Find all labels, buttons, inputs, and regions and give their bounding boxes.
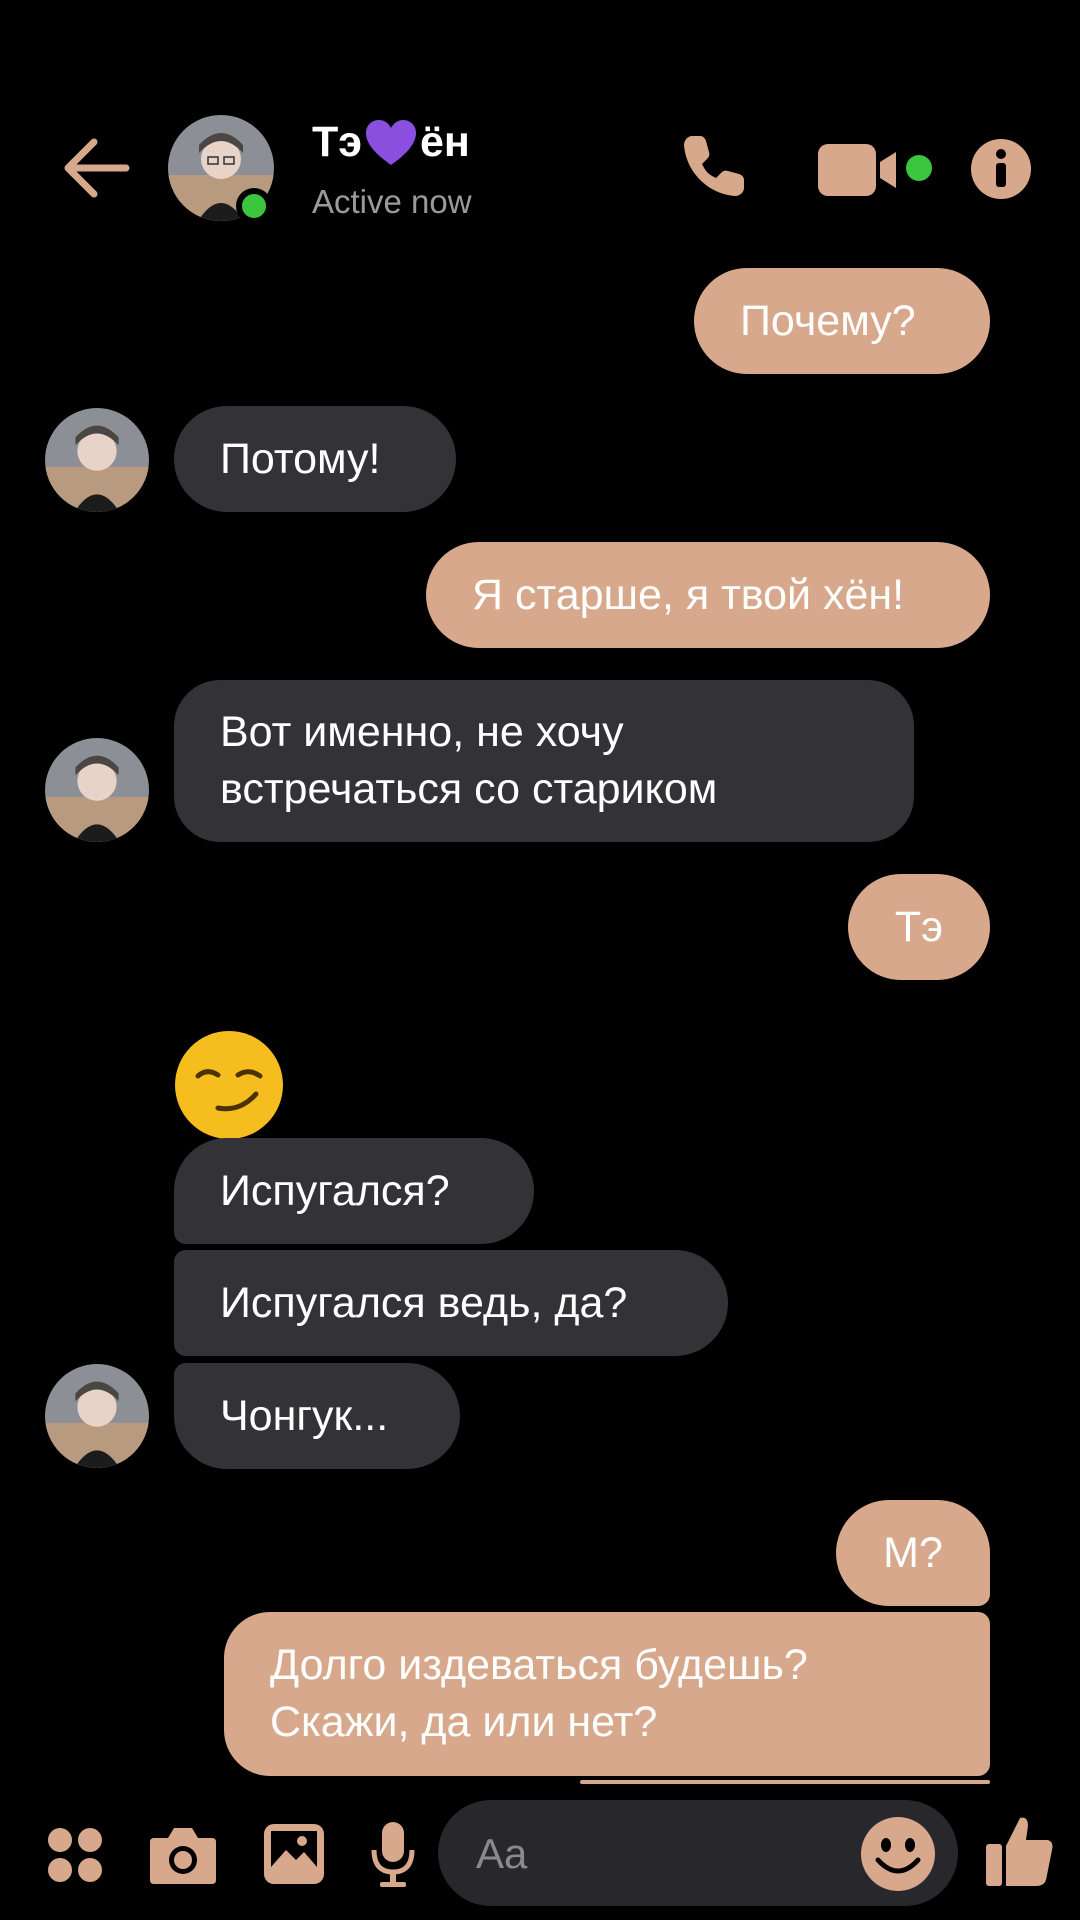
message-outgoing[interactable]: Почему? <box>694 268 990 374</box>
message-line: встречаться со стариком <box>220 765 718 813</box>
video-online-dot <box>906 155 932 181</box>
message-line: Скажи, да или нет? <box>270 1698 658 1746</box>
camera-icon[interactable] <box>148 1824 218 1886</box>
message-incoming[interactable]: Вот именно, не хочу встречаться со стари… <box>174 680 914 842</box>
message-incoming[interactable]: Испугался? <box>174 1138 534 1244</box>
message-outgoing[interactable]: М? <box>836 1500 990 1606</box>
apps-grid-icon[interactable] <box>46 1826 104 1884</box>
contact-name-part1: Тэ <box>312 118 363 166</box>
message-incoming[interactable]: Потому! <box>174 406 456 512</box>
avatar[interactable] <box>45 408 149 512</box>
contact-name[interactable]: Тэ ён <box>312 118 470 167</box>
back-arrow-icon[interactable] <box>56 128 136 208</box>
thumbs-up-icon[interactable] <box>984 1812 1056 1888</box>
next-bubble-edge <box>580 1780 990 1784</box>
avatar[interactable] <box>45 738 149 842</box>
active-status: Active now <box>312 183 472 220</box>
message-incoming[interactable]: Чонгук... <box>174 1363 460 1469</box>
online-status-dot <box>236 188 272 224</box>
message-outgoing[interactable]: Я старше, я твой хён! <box>426 542 990 648</box>
smirking-face-emoji[interactable] <box>174 1030 284 1140</box>
message-outgoing[interactable]: Тэ <box>848 874 990 980</box>
microphone-icon[interactable] <box>370 1820 416 1888</box>
gallery-icon[interactable] <box>262 1822 326 1886</box>
message-outgoing[interactable]: Долго издеваться будешь? Скажи, да или н… <box>224 1612 990 1776</box>
message-line: Вот именно, не хочу <box>220 708 624 756</box>
phone-icon[interactable] <box>678 130 750 202</box>
avatar[interactable] <box>45 1364 149 1468</box>
chat-header: Тэ ён Active now <box>0 0 1080 250</box>
message-line: Долго издеваться будешь? <box>270 1641 808 1689</box>
info-icon[interactable] <box>970 138 1032 200</box>
message-incoming[interactable]: Испугался ведь, да? <box>174 1250 728 1356</box>
purple-heart-emoji <box>366 119 417 165</box>
emoji-icon[interactable] <box>860 1816 936 1892</box>
message-input[interactable] <box>474 1800 858 1908</box>
contact-name-part2: ён <box>420 118 470 166</box>
video-camera-icon[interactable] <box>818 142 914 198</box>
